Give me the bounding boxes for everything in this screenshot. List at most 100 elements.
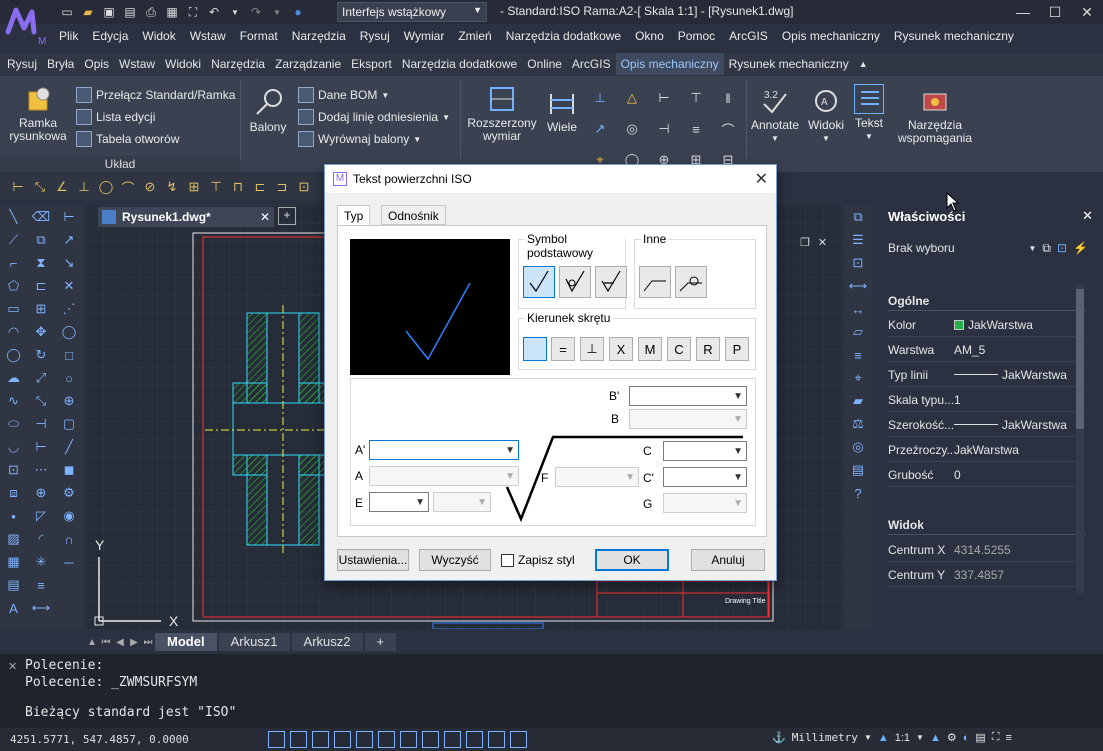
break-icon[interactable]: ⋯ (31, 460, 51, 480)
dim-baseline-icon[interactable]: ⊤ (686, 88, 706, 108)
hole-icon[interactable]: ◉ (59, 506, 79, 526)
match-icon[interactable]: ⊡ (848, 253, 868, 273)
layout-tab[interactable]: Arkusz1 (218, 633, 290, 651)
lay-symbol-button[interactable]: X (609, 337, 633, 361)
align-balloons-button[interactable]: Wyrównaj balony ▼ (298, 131, 421, 147)
menu-item[interactable]: Rysunek mechaniczny (887, 29, 1021, 43)
bom-data-button[interactable]: Dane BOM ▼ (298, 87, 389, 103)
library-icon[interactable]: ▤ (848, 460, 868, 480)
property-value[interactable]: 0 (954, 468, 1086, 482)
edit-list-button[interactable]: Lista edycji (76, 109, 155, 125)
ok-button[interactable]: OK (595, 549, 669, 571)
polygon-icon[interactable]: ⬠ (4, 276, 24, 296)
close-icon[interactable]: ✕ (260, 210, 270, 224)
scale-icon[interactable]: ⤢ (31, 368, 51, 388)
multiple-dimension-button[interactable]: Wiele (544, 88, 580, 134)
rect-small-icon[interactable]: ▢ (59, 414, 79, 434)
property-row[interactable]: Centrum Y 337.4857 (888, 563, 1086, 587)
list-icon[interactable]: ≡ (848, 345, 868, 365)
ribbon-tab[interactable]: Opis (79, 53, 114, 75)
param-e2-select[interactable]: ▼ (433, 492, 491, 512)
dim-ordinate-icon[interactable]: ⊥ (76, 179, 92, 195)
id-icon[interactable]: ⌖ (848, 368, 868, 388)
transparency-toggle-icon[interactable] (422, 731, 439, 748)
open-folder-icon[interactable]: ▰ (79, 3, 97, 21)
ribbon-tab[interactable]: Widoki (160, 53, 206, 75)
redo-icon[interactable]: ↷ (247, 3, 265, 21)
basic-symbol-any-button[interactable] (523, 266, 555, 298)
cross-icon[interactable]: ✕ (59, 276, 79, 296)
property-row[interactable]: Przeźroczy... JakWarstwa (888, 438, 1086, 462)
chevron-down-icon[interactable]: ▼ (916, 733, 924, 742)
next-tab-icon[interactable]: ▶ (127, 637, 141, 648)
menu-item[interactable]: Okno (628, 29, 671, 43)
cam-icon[interactable]: ◎ (848, 437, 868, 457)
general-section-header[interactable]: Ogólne ▼ (888, 291, 1086, 311)
line-icon[interactable]: ╲ (4, 207, 24, 227)
ellipse-icon[interactable]: ⬭ (4, 414, 24, 434)
property-value[interactable]: JakWarstwa (954, 368, 1086, 382)
dim-linear-icon[interactable]: ⊢ (10, 179, 26, 195)
osnap-toggle-icon[interactable] (356, 731, 373, 748)
balloons-button[interactable]: Balony (246, 88, 290, 134)
dim-angular-icon[interactable]: ∠ (54, 179, 70, 195)
scale-label[interactable]: 1:1 (895, 732, 910, 744)
ribbon-tab[interactable]: Wstaw (114, 53, 160, 75)
measure-icon[interactable]: ⟷ (848, 276, 868, 296)
lay-symbol-button[interactable]: ⊥ (580, 337, 604, 361)
ribbon-tab[interactable]: Online (522, 53, 567, 75)
redo-dropdown-icon[interactable]: ▼ (268, 3, 286, 21)
dim-radius-icon[interactable]: ◯ (98, 179, 114, 195)
square-icon[interactable]: □ (59, 345, 79, 365)
param-b-select[interactable]: ▼ (629, 409, 747, 429)
dim-arc-icon[interactable]: ⌒ (718, 119, 738, 139)
otrack-toggle-icon[interactable] (378, 731, 395, 748)
scrollbar-thumb[interactable] (1076, 289, 1084, 429)
menu-item[interactable]: Narzędzia dodatkowe (499, 29, 628, 43)
dim-diameter-icon[interactable]: ⊘ (142, 179, 158, 195)
dim-continue-icon[interactable]: ⊓ (230, 179, 246, 195)
workspace-switch-icon[interactable]: ⚙ (947, 731, 957, 744)
property-row[interactable]: Kolor JakWarstwa (888, 313, 1086, 337)
toggle-pickadd-icon[interactable]: ⚡ (1073, 241, 1088, 255)
viewport-close-icon[interactable]: ✕ (818, 236, 827, 249)
menu-item[interactable]: Zmień (451, 29, 498, 43)
ribbon-tab[interactable]: Narzędzia (206, 53, 270, 75)
workspace-select[interactable]: Interfejs wstążkowy ▼ (337, 2, 487, 22)
square-filled-icon[interactable]: ◼ (59, 460, 79, 480)
menu-item[interactable]: ArcGIS (722, 29, 775, 43)
folder-icon[interactable]: ▰ (848, 391, 868, 411)
close-button[interactable]: ✕ (1071, 0, 1103, 24)
selection-cycling-icon[interactable] (444, 731, 461, 748)
minimize-ribbon-icon[interactable]: ▲ (854, 53, 873, 75)
magnet-icon[interactable]: ∩ (59, 529, 79, 549)
property-row[interactable]: Szerokość... JakWarstwa (888, 413, 1086, 437)
ribbon-tab[interactable]: Opis mechaniczny (615, 53, 724, 75)
leader-icon[interactable]: ↗ (590, 119, 610, 139)
hardware-accel-icon[interactable]: ▤ (975, 731, 985, 744)
properties-scrollbar[interactable] (1076, 285, 1084, 593)
text-button[interactable]: Tekst ▼ (850, 84, 888, 143)
other-leader-button[interactable] (639, 266, 671, 298)
maximize-button[interactable]: ☐ (1039, 0, 1071, 24)
param-e-select[interactable]: ▼ (369, 492, 429, 512)
add-layout-button[interactable]: + (364, 633, 397, 651)
polyline-icon[interactable]: ⌐ (4, 253, 24, 273)
viewport-restore-icon[interactable]: ❐ (800, 236, 810, 249)
help-icon[interactable]: ? (848, 483, 868, 503)
menu-item[interactable]: Wstaw (183, 29, 233, 43)
insert-block-icon[interactable]: ⊡ (4, 460, 24, 480)
fillet-icon[interactable]: ◜ (31, 529, 51, 549)
save-as-icon[interactable]: ▤ (121, 3, 139, 21)
lay-none-button[interactable] (523, 337, 547, 361)
chamfer-icon[interactable]: ◸ (31, 506, 51, 526)
param-g-select[interactable]: ▼ (663, 493, 747, 513)
offset-icon[interactable]: ⊏ (31, 276, 51, 296)
table-icon[interactable]: ▤ (4, 575, 24, 595)
chevron-down-icon[interactable]: ▼ (1028, 244, 1036, 253)
cancel-button[interactable]: Anuluj (691, 549, 765, 571)
ribbon-tab[interactable]: Narzędzia dodatkowe (397, 53, 522, 75)
new-tab-button[interactable]: + (278, 207, 296, 225)
scroll-up-icon[interactable]: ▲ (85, 637, 99, 648)
mass-icon[interactable]: ⚖ (848, 414, 868, 434)
